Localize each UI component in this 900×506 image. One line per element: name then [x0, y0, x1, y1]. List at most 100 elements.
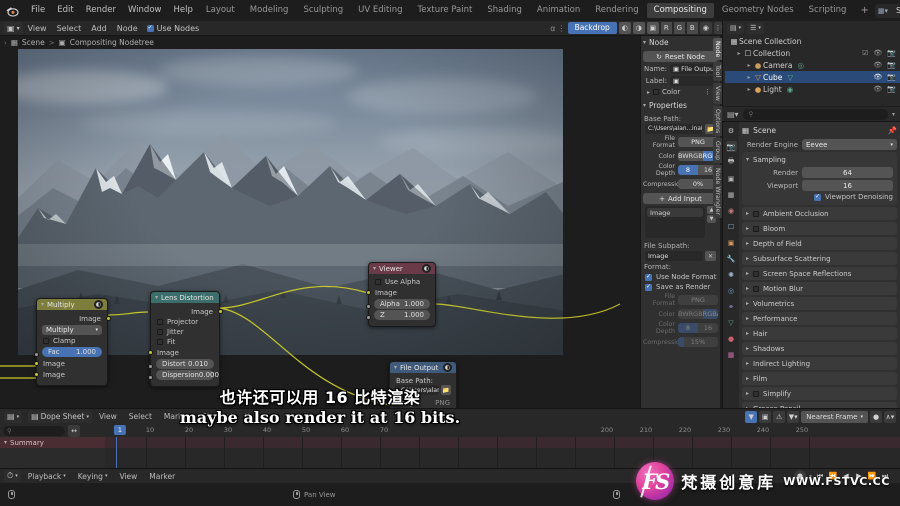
- list-item[interactable]: Image: [647, 208, 703, 217]
- node-input-image-2[interactable]: Image: [33, 369, 107, 380]
- enable-checkbox-icon[interactable]: [753, 225, 760, 232]
- projector-checkbox[interactable]: Projector: [151, 317, 219, 327]
- socket-dispersion-in[interactable]: [147, 375, 153, 380]
- node-input-image[interactable]: Image: [147, 347, 219, 358]
- node-output-image[interactable]: Image: [37, 313, 111, 324]
- funnel-icon[interactable]: ▼▾: [787, 410, 800, 423]
- node-header[interactable]: ▾ Multiply ◐: [37, 299, 107, 310]
- properties-section-header[interactable]: ▾ Properties: [641, 99, 720, 113]
- node-name-input[interactable]: ▣ File Output: [670, 64, 718, 74]
- panel-performance[interactable]: ▸ Performance: [742, 312, 897, 325]
- fit-checkbox[interactable]: Fit: [151, 337, 219, 347]
- tab-node-wrangler[interactable]: Node Wrangler: [713, 165, 722, 219]
- use-node-format-checkbox[interactable]: ✓ Use Node Format: [641, 272, 720, 282]
- tool-icon[interactable]: ⚙: [726, 125, 737, 136]
- timeline-editor-type[interactable]: ⏱ ▾: [4, 470, 21, 482]
- node-menu-add[interactable]: Add: [86, 21, 112, 36]
- node-input-image[interactable]: Image PNG: [386, 397, 456, 408]
- zdepth-view-icon[interactable]: ▣: [646, 22, 659, 34]
- pin-icon[interactable]: 📌: [888, 126, 897, 135]
- dope-menu-key[interactable]: Key: [240, 412, 264, 421]
- panel-ambient-occlusion[interactable]: ▸ Ambient Occlusion: [742, 207, 897, 220]
- channel-search-input[interactable]: ⚲: [3, 425, 65, 436]
- tab-group[interactable]: Group: [713, 137, 722, 164]
- filter-dropdown-icon[interactable]: ▾: [892, 111, 895, 118]
- panel-bloom[interactable]: ▸ Bloom: [742, 222, 897, 235]
- input-list[interactable]: Image: [645, 206, 705, 238]
- collapse-icon[interactable]: ▾: [41, 301, 44, 308]
- eye-icon[interactable]: 👁: [873, 61, 882, 69]
- enable-checkbox-icon[interactable]: [753, 210, 760, 217]
- channel-r-button[interactable]: R: [660, 22, 672, 34]
- panel-indirect-lighting[interactable]: ▸ Indirect Lighting: [742, 357, 897, 370]
- color-mode-segments[interactable]: BW RGB RGBA: [678, 151, 718, 161]
- scene-icon[interactable]: ▦: [726, 189, 737, 200]
- alpha-slider[interactable]: Alpha 1.000: [374, 299, 430, 309]
- scene-selector[interactable]: ▦▾ Scene ⧉ ✕: [874, 3, 900, 18]
- physics-icon[interactable]: ◎: [726, 285, 737, 296]
- node-section-header[interactable]: ▾ Node: [641, 36, 720, 50]
- outliner-filter-icon[interactable]: ▤▾: [727, 110, 739, 119]
- exclude-checkbox-icon[interactable]: ☑: [862, 49, 868, 57]
- workspace-tab-compositing[interactable]: Compositing: [646, 3, 714, 18]
- fac-slider[interactable]: Fac 1.000: [42, 347, 102, 357]
- constraint-icon[interactable]: ⚭: [726, 301, 737, 312]
- expand-channels-icon[interactable]: ↔: [68, 424, 80, 437]
- workspace-tab-scripting[interactable]: Scripting: [802, 3, 854, 18]
- socket-distort-in[interactable]: [147, 364, 153, 369]
- overlays-icon[interactable]: ◉: [699, 22, 712, 34]
- socket-fac-in[interactable]: [33, 352, 39, 357]
- outliner-row-collection[interactable]: ▸ ☐ Collection ☑ 👁 📷: [725, 47, 900, 59]
- proportional-icon[interactable]: ⋮: [558, 24, 566, 33]
- base-path-input[interactable]: C:\Users\alan...inal_Render\: [645, 124, 703, 134]
- panel-film[interactable]: ▸ Film: [742, 372, 897, 385]
- file-subpath-input[interactable]: Image: [645, 251, 703, 261]
- add-workspace-button[interactable]: +: [854, 0, 874, 21]
- channel-b-button[interactable]: B: [686, 22, 698, 34]
- keying-menu[interactable]: Keying ▾: [73, 472, 113, 481]
- only-selected-icon[interactable]: ▼: [745, 410, 758, 423]
- tab-options[interactable]: Options: [713, 105, 722, 136]
- socket-image-out[interactable]: [105, 316, 111, 321]
- dopesheet-editor-type[interactable]: ▤ ▾: [4, 410, 23, 423]
- panel-hair[interactable]: ▸ Hair: [742, 327, 897, 340]
- tab-view[interactable]: View: [713, 82, 722, 104]
- output-icon[interactable]: 🖶: [726, 157, 737, 168]
- workspace-tab-texture-paint[interactable]: Texture Paint: [411, 3, 480, 18]
- falloff-icon[interactable]: ∧▾: [884, 410, 896, 423]
- use-alpha-checkbox[interactable]: Use Alpha: [369, 277, 435, 287]
- node-label-input[interactable]: ▣: [670, 76, 718, 86]
- depth-8-option[interactable]: 8: [678, 165, 698, 175]
- socket-image-in[interactable]: [386, 400, 392, 405]
- proportional-icon[interactable]: ●: [870, 410, 882, 423]
- workspace-tab-sculpting[interactable]: Sculpting: [296, 3, 350, 18]
- node-header[interactable]: ▾ Lens Distortion: [151, 292, 219, 303]
- enable-checkbox-icon[interactable]: [753, 390, 760, 397]
- dopesheet-mode-dropdown[interactable]: ▤ Dope Sheet ▾: [28, 410, 92, 423]
- collapse-icon[interactable]: ▾: [394, 364, 397, 371]
- socket-image-in[interactable]: [147, 350, 153, 355]
- blender-logo-icon[interactable]: [5, 4, 19, 18]
- color-bw-option[interactable]: BW: [678, 151, 689, 161]
- eye-icon[interactable]: 👁: [873, 49, 882, 57]
- color-rgb-option[interactable]: RGB: [688, 151, 703, 161]
- outliner-row-scene-collection[interactable]: ▦ Scene Collection: [725, 35, 900, 47]
- dope-menu-view[interactable]: View: [94, 412, 122, 421]
- breadcrumb-scene[interactable]: Scene: [22, 38, 45, 47]
- node-input-image[interactable]: Image: [365, 287, 435, 298]
- texture-icon[interactable]: ▦: [726, 349, 737, 360]
- render-engine-dropdown[interactable]: Eevee ▾: [802, 139, 897, 150]
- node-header[interactable]: ▾ Viewer ◐: [369, 263, 435, 274]
- viewport-samples-field[interactable]: 16: [802, 180, 893, 191]
- workspace-tab-uv-editing[interactable]: UV Editing: [351, 3, 409, 18]
- camera-icon[interactable]: 📷: [887, 49, 896, 57]
- base-path-input[interactable]: C:\Users\alan\On...: [395, 385, 439, 395]
- socket-alpha-in[interactable]: [365, 304, 371, 309]
- panel-volumetrics[interactable]: ▸ Volumetrics: [742, 297, 897, 310]
- node-menu-select[interactable]: Select: [52, 21, 87, 36]
- enable-checkbox-icon[interactable]: [753, 270, 760, 277]
- camera-icon[interactable]: 📷: [887, 85, 896, 93]
- color-view-icon[interactable]: ◐: [618, 22, 631, 34]
- socket-image-in-2[interactable]: [33, 372, 39, 377]
- node-input-image-1[interactable]: Image: [33, 358, 107, 369]
